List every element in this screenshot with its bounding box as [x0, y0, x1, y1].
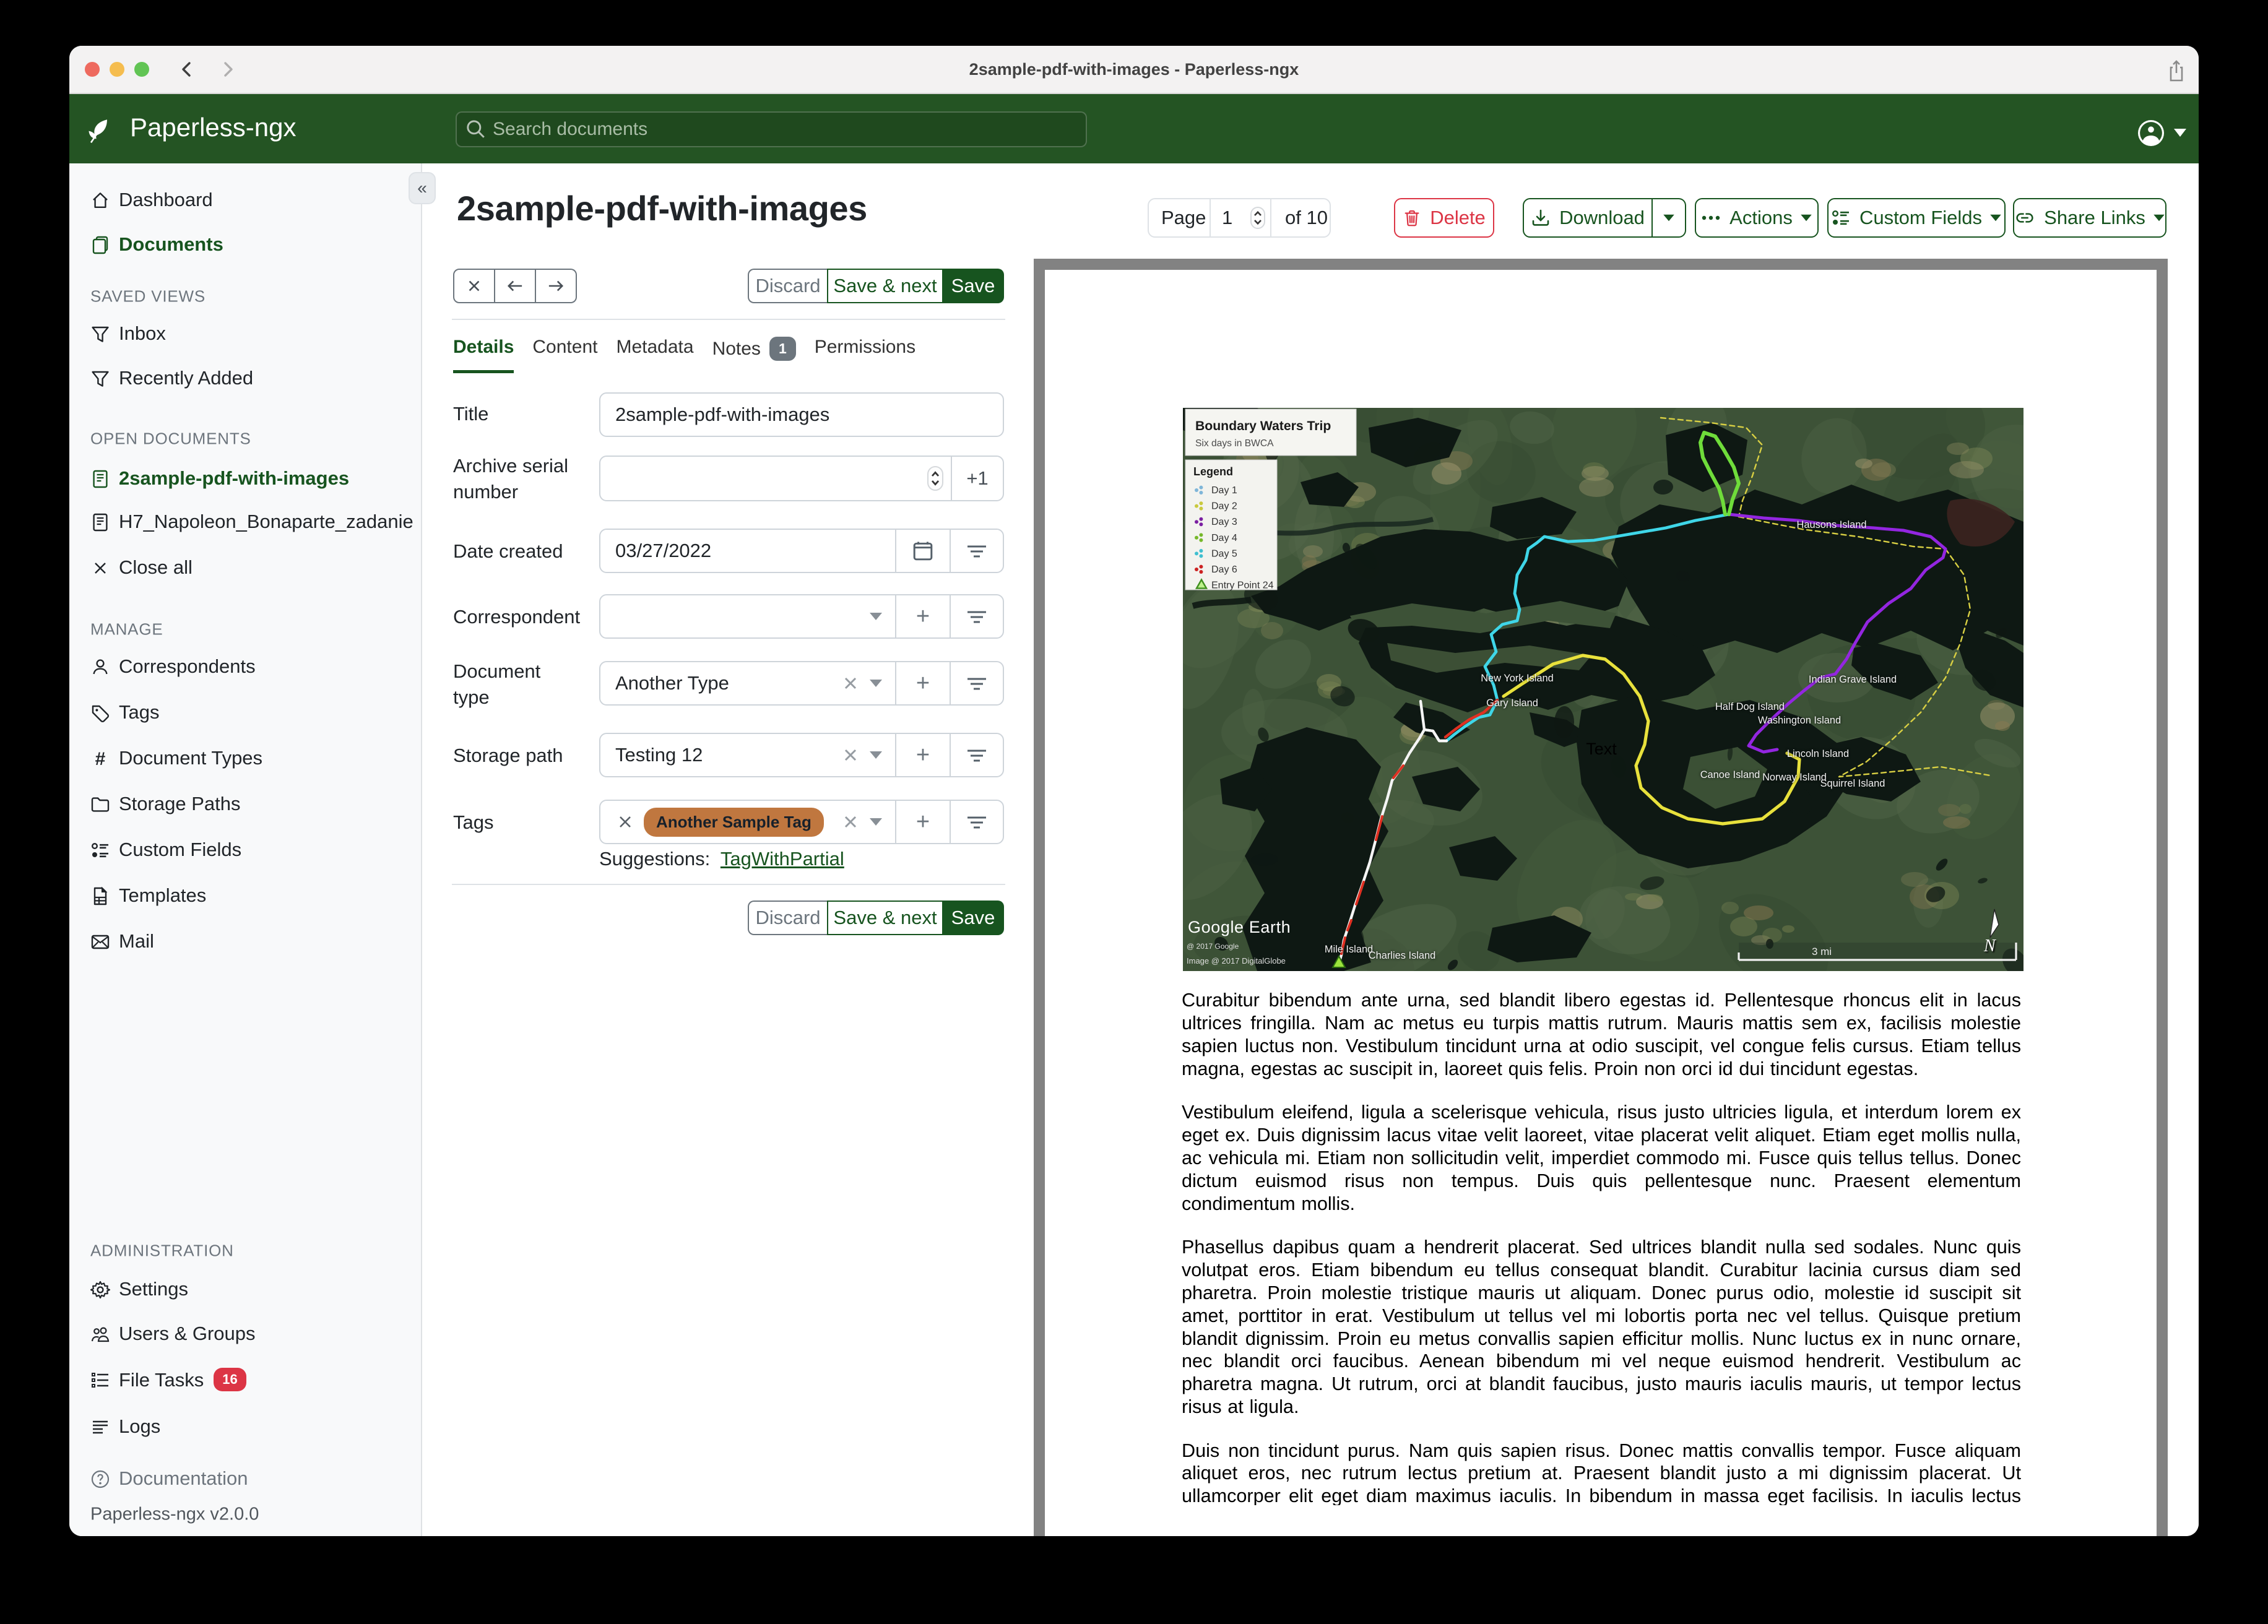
svg-text:Entry Point 24: Entry Point 24 — [1211, 581, 1274, 591]
svg-text:Boundary Waters Trip: Boundary Waters Trip — [1195, 419, 1331, 433]
svg-text:Day 2: Day 2 — [1211, 501, 1237, 512]
svg-text:Google Earth: Google Earth — [1188, 918, 1291, 936]
svg-text:New York Island: New York Island — [1481, 673, 1554, 684]
svg-text:Canoe Island: Canoe Island — [1700, 769, 1760, 780]
svg-text:Image @ 2017 DigitalGlobe: Image @ 2017 DigitalGlobe — [1187, 956, 1286, 965]
svg-text:Norway Island: Norway Island — [1762, 772, 1827, 783]
svg-text:Charlies Island: Charlies Island — [1369, 950, 1435, 961]
svg-text:Squirrel Island: Squirrel Island — [1820, 778, 1885, 789]
svg-text:Day 6: Day 6 — [1211, 564, 1237, 575]
svg-text:Gary Island: Gary Island — [1486, 698, 1538, 709]
svg-text:Text: Text — [1586, 740, 1617, 758]
svg-text:Day 3: Day 3 — [1211, 517, 1237, 527]
svg-text:Hausons Island: Hausons Island — [1797, 519, 1867, 530]
svg-text:Washington Island: Washington Island — [1758, 715, 1841, 726]
svg-text:Day 4: Day 4 — [1211, 533, 1237, 543]
svg-text:3 mi: 3 mi — [1812, 946, 1832, 957]
svg-text:Day 1: Day 1 — [1211, 485, 1237, 496]
svg-text:Six days in BWCA: Six days in BWCA — [1195, 438, 1274, 449]
svg-text:@ 2017 Google: @ 2017 Google — [1187, 942, 1239, 951]
svg-text:Mile Island: Mile Island — [1325, 944, 1373, 955]
svg-text:Indian Grave Island: Indian Grave Island — [1809, 674, 1897, 685]
svg-text:N: N — [1983, 936, 1996, 956]
svg-text:Lincoln Island: Lincoln Island — [1787, 748, 1849, 759]
svg-text:Legend: Legend — [1193, 465, 1233, 478]
svg-text:Half Dog Island: Half Dog Island — [1715, 701, 1785, 712]
svg-text:Day 5: Day 5 — [1211, 548, 1237, 559]
